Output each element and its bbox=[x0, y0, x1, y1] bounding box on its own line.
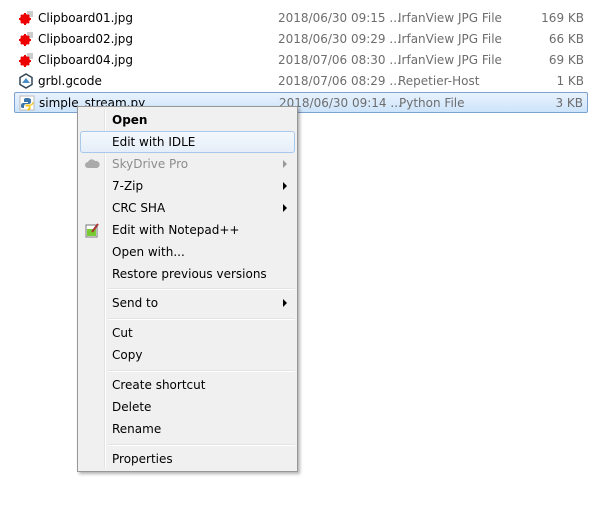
python-icon bbox=[19, 95, 35, 111]
irfanview-icon bbox=[19, 11, 33, 25]
menu-item-open-with[interactable]: Open with... bbox=[80, 241, 295, 263]
menu-item-crc-sha[interactable]: CRC SHA bbox=[80, 197, 295, 219]
menu-separator bbox=[108, 288, 295, 290]
context-menu: Open Edit with IDLE SkyDrive Pro 7-Zip C… bbox=[77, 106, 298, 472]
submenu-arrow-icon bbox=[283, 182, 287, 190]
submenu-arrow-icon bbox=[283, 299, 287, 307]
menu-item-properties[interactable]: Properties bbox=[80, 448, 295, 470]
menu-item-7zip[interactable]: 7-Zip bbox=[80, 175, 295, 197]
menu-item-send-to[interactable]: Send to bbox=[80, 292, 295, 314]
menu-item-edit-with-idle[interactable]: Edit with IDLE bbox=[80, 131, 295, 153]
menu-separator bbox=[108, 444, 295, 446]
repetier-icon bbox=[19, 73, 33, 89]
file-row[interactable]: Clipboard04.jpg 2018/07/06 08:30 ... Irf… bbox=[14, 50, 588, 70]
menu-item-delete[interactable]: Delete bbox=[80, 396, 295, 418]
file-row[interactable]: Clipboard01.jpg 2018/06/30 09:15 ... Irf… bbox=[14, 8, 588, 28]
submenu-arrow-icon bbox=[283, 204, 287, 212]
menu-item-edit-with-notepadpp[interactable]: Edit with Notepad++ bbox=[80, 219, 295, 241]
menu-item-restore-previous-versions[interactable]: Restore previous versions bbox=[80, 263, 295, 285]
file-row[interactable]: grbl.gcode 2018/07/06 08:29 ... Repetier… bbox=[14, 71, 588, 91]
submenu-arrow-icon bbox=[283, 160, 287, 168]
menu-item-copy[interactable]: Copy bbox=[80, 344, 295, 366]
file-row[interactable]: Clipboard02.jpg 2018/06/30 09:29 ... Irf… bbox=[14, 29, 588, 49]
menu-item-skydrive-pro[interactable]: SkyDrive Pro bbox=[80, 153, 295, 175]
irfanview-icon bbox=[19, 32, 33, 46]
irfanview-icon bbox=[19, 53, 33, 67]
menu-separator bbox=[108, 370, 295, 372]
menu-item-cut[interactable]: Cut bbox=[80, 322, 295, 344]
menu-item-open[interactable]: Open bbox=[80, 109, 295, 131]
cloud-icon bbox=[85, 159, 100, 168]
menu-item-create-shortcut[interactable]: Create shortcut bbox=[80, 374, 295, 396]
menu-separator bbox=[108, 318, 295, 320]
menu-item-rename[interactable]: Rename bbox=[80, 418, 295, 440]
notepadpp-icon bbox=[85, 223, 99, 238]
